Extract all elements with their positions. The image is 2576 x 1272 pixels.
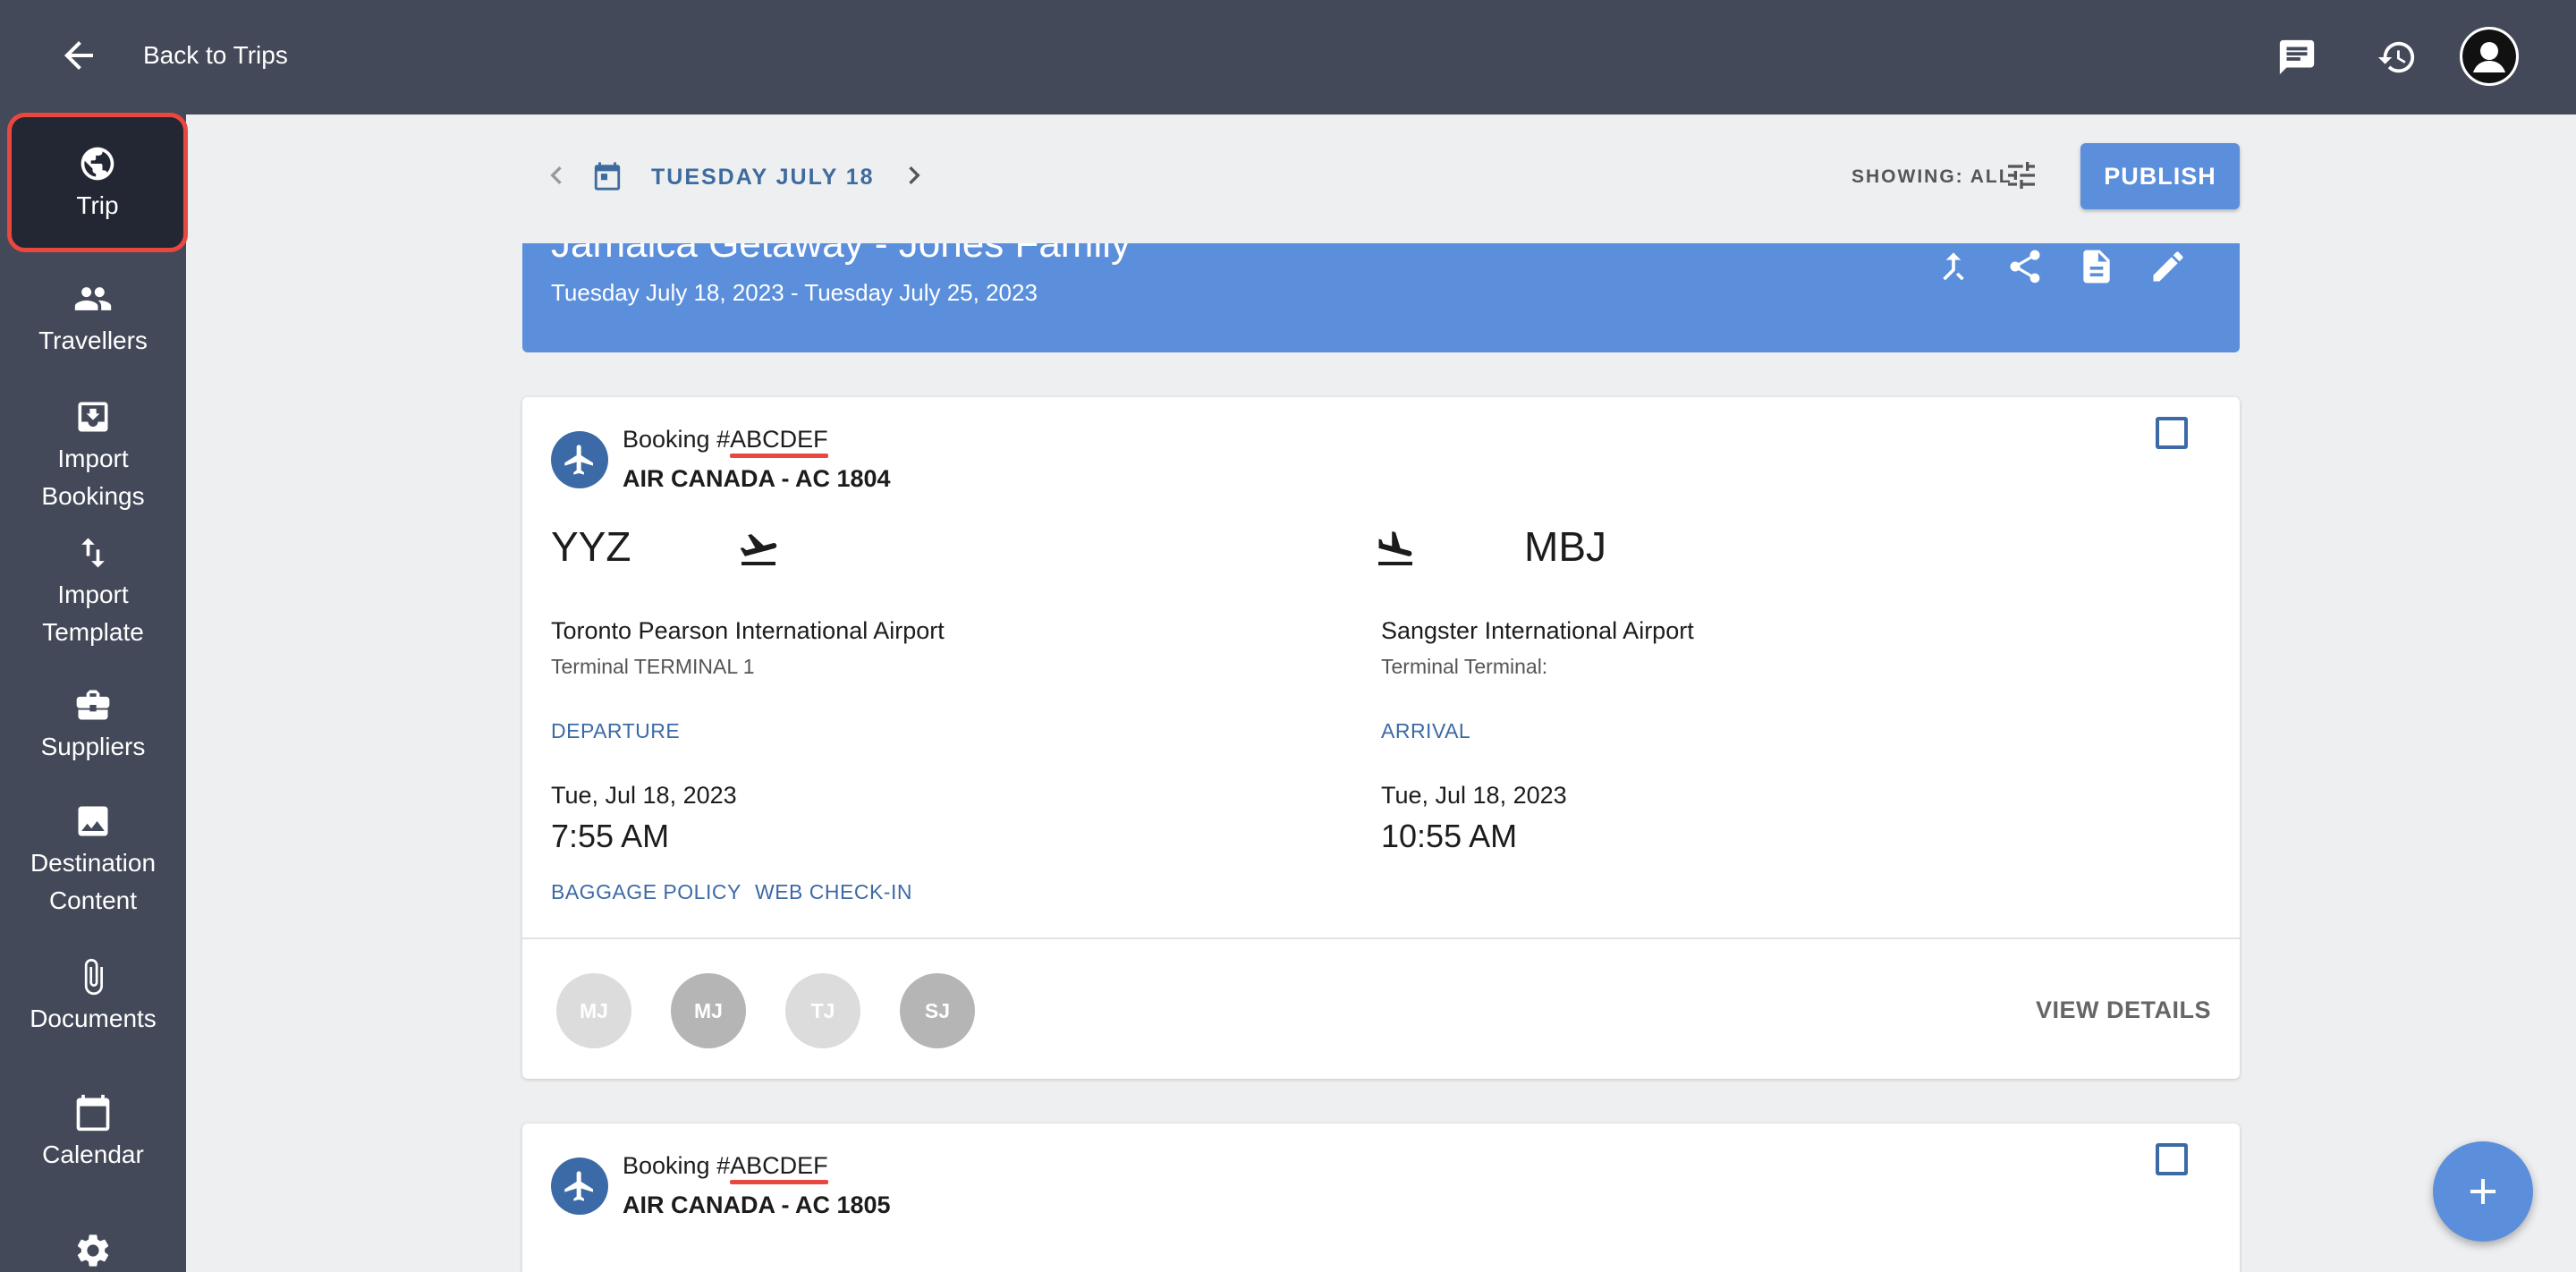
departure-date: Tue, Jul 18, 2023 <box>551 782 737 809</box>
sidebar-item-label: Destination Content <box>30 849 157 914</box>
top-app-bar: Back to Trips <box>0 0 2576 114</box>
sidebar-item-label: Trip <box>76 191 119 219</box>
share-icon <box>2010 250 2040 284</box>
traveller-avatar[interactable]: TJ <box>785 973 860 1048</box>
history-button[interactable] <box>2372 32 2422 82</box>
sidebar-item-label: Documents <box>30 1005 157 1032</box>
sidebar: Trip Travellers Import Bookings Import T… <box>0 113 188 1272</box>
tune-icon[interactable] <box>2004 157 2039 193</box>
arrival-terminal: Terminal Terminal: <box>1381 655 1548 678</box>
showing-filter-label[interactable]: SHOWING: ALL <box>1852 166 2012 188</box>
arrival-time: 10:55 AM <box>1381 818 1518 854</box>
sidebar-item-label: Suppliers <box>40 733 146 760</box>
user-icon <box>2462 30 2516 83</box>
traveller-avatar[interactable]: MJ <box>556 973 631 1048</box>
document-button[interactable] <box>2073 243 2120 290</box>
swap-vertical-icon <box>81 538 105 568</box>
back-to-trips-label: Back to Trips <box>143 41 288 69</box>
sidebar-item-label: Travellers <box>38 326 148 354</box>
airplane-icon <box>564 445 593 475</box>
plus-icon <box>2470 1179 2496 1204</box>
chat-button[interactable] <box>2272 32 2322 82</box>
departure-label: DEPARTURE <box>551 719 681 742</box>
sidebar-item-label: Import Template <box>42 581 144 646</box>
chevron-left-icon[interactable] <box>538 157 574 193</box>
booking-number: Booking #ABCDEF <box>623 1152 828 1179</box>
booking-number: Booking #ABCDEF <box>623 426 828 453</box>
booking-card: Booking #ABCDEF AIR CANADA - AC 1805 <box>522 1124 2240 1272</box>
back-to-trips-button[interactable]: Back to Trips <box>57 34 288 77</box>
departure-airport: Toronto Pearson International Airport <box>551 617 945 644</box>
arrival-label: ARRIVAL <box>1381 719 1471 742</box>
pencil-icon <box>2153 251 2183 282</box>
chevron-right-icon[interactable] <box>896 157 932 193</box>
calendar-icon <box>76 1094 110 1132</box>
sidebar-item-settings[interactable] <box>0 1231 186 1272</box>
arrival-code: MBJ <box>1524 523 1606 570</box>
arrow-left-icon <box>64 41 93 70</box>
sidebar-item-label: Import Bookings <box>41 445 145 510</box>
history-icon <box>2377 41 2415 73</box>
airline-flight: AIR CANADA - AC 1804 <box>623 465 891 492</box>
merge-icon <box>1943 252 1964 281</box>
date-toolbar: TUESDAY JULY 18 SHOWING: ALL PUBLISH <box>519 143 2240 211</box>
publish-button[interactable]: PUBLISH <box>2080 143 2240 209</box>
add-fab-button[interactable] <box>2433 1141 2533 1242</box>
sidebar-item-import-template[interactable]: Import Template <box>0 533 186 651</box>
trip-title: Jamaica Getaway - Jones Family <box>551 243 1131 266</box>
booking-code: ABCDEF <box>730 1152 828 1179</box>
trip-dates: Tuesday July 18, 2023 - Tuesday July 25,… <box>551 279 1038 306</box>
sidebar-item-import-bookings[interactable]: Import Bookings <box>0 397 186 515</box>
traveller-avatar[interactable]: MJ <box>671 973 746 1048</box>
sidebar-item-trip[interactable]: Trip <box>7 113 188 252</box>
calendar-icon <box>594 162 621 191</box>
flight-land-icon <box>1378 531 1412 565</box>
flight-badge <box>551 431 608 488</box>
image-icon <box>78 806 108 836</box>
import-box-icon <box>78 402 108 432</box>
departure-terminal: Terminal TERMINAL 1 <box>551 655 755 678</box>
arrival-column: MBJ Sangster International Airport Termi… <box>1378 522 2186 916</box>
select-booking-checkbox[interactable] <box>2156 417 2188 449</box>
flight-badge <box>551 1158 608 1215</box>
arrival-date: Tue, Jul 18, 2023 <box>1381 782 1567 809</box>
view-details-button[interactable]: VIEW DETAILS <box>2036 996 2211 1024</box>
sidebar-item-documents[interactable]: Documents <box>0 957 186 1038</box>
baggage-policy-link[interactable]: BAGGAGE POLICY <box>551 880 741 904</box>
sidebar-item-label: Calendar <box>42 1141 144 1168</box>
share-button[interactable] <box>2002 243 2048 290</box>
merge-button[interactable] <box>1930 243 1977 290</box>
booking-card: Booking #ABCDEF AIR CANADA - AC 1804 YYZ… <box>522 397 2240 1079</box>
paperclip-icon <box>84 958 103 996</box>
web-check-in-link[interactable]: WEB CHECK-IN <box>755 880 912 904</box>
sidebar-item-destination-content[interactable]: Destination Content <box>0 801 186 920</box>
card-divider <box>522 937 2240 939</box>
flight-takeoff-icon <box>740 534 777 565</box>
airplane-icon <box>564 1171 593 1201</box>
traveller-avatar[interactable]: SJ <box>900 973 975 1048</box>
airline-flight: AIR CANADA - AC 1805 <box>623 1191 891 1218</box>
departure-time: 7:55 AM <box>551 818 670 854</box>
current-date: TUESDAY JULY 18 <box>651 165 875 190</box>
trip-banner: Jamaica Getaway - Jones Family Tuesday J… <box>522 243 2240 352</box>
sidebar-item-travellers[interactable]: Travellers <box>0 279 186 360</box>
globe-icon <box>80 147 114 181</box>
chat-icon <box>2279 39 2315 75</box>
people-icon <box>74 287 112 310</box>
booking-code: ABCDEF <box>730 426 828 453</box>
user-avatar[interactable] <box>2460 27 2519 86</box>
document-icon <box>2083 250 2110 284</box>
briefcase-icon <box>76 690 110 720</box>
arrival-airport: Sangster International Airport <box>1381 617 1694 644</box>
edit-button[interactable] <box>2145 243 2191 290</box>
sidebar-item-suppliers[interactable]: Suppliers <box>0 685 186 766</box>
departure-code: YYZ <box>551 523 631 570</box>
sidebar-item-calendar[interactable]: Calendar <box>0 1093 186 1174</box>
select-booking-checkbox[interactable] <box>2156 1143 2188 1175</box>
departure-column: YYZ Toronto Pearson International Airpor… <box>551 522 1356 916</box>
gear-icon <box>77 1234 109 1267</box>
